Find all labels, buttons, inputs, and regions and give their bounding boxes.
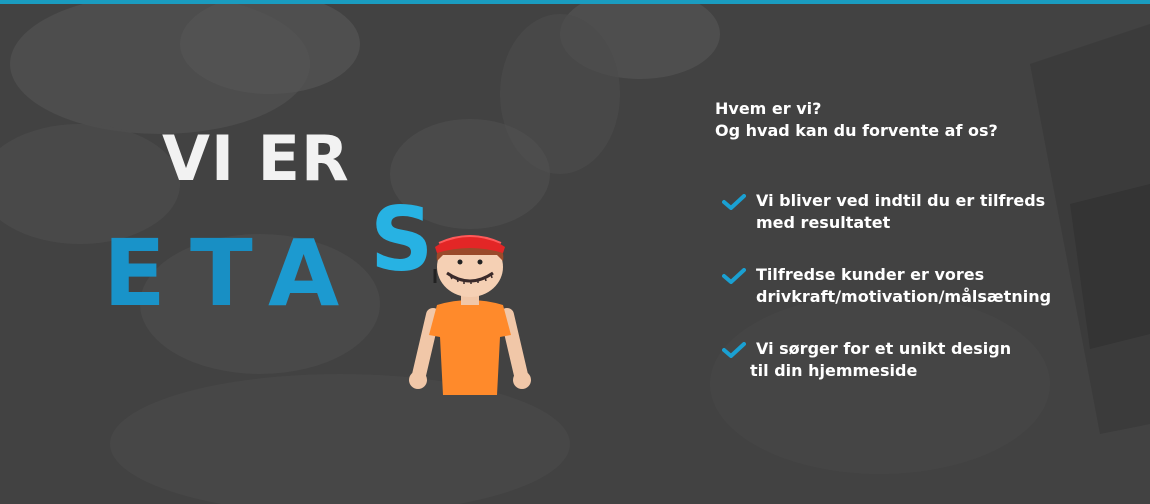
check-icon xyxy=(722,268,746,284)
intro-text: Hvem er vi? Og hvad kan du forvente af o… xyxy=(715,98,998,142)
feature-line-1: Vi bliver ved indtil du er tilfreds xyxy=(756,191,1046,210)
brand-letter-a: A xyxy=(268,220,340,327)
check-icon xyxy=(722,194,746,210)
feature-line-1: Vi sørger for et unikt design xyxy=(756,339,1012,358)
feature-line-2: til din hjemmeside xyxy=(750,361,918,380)
feature-item: Vi bliver ved indtil du er tilfreds med … xyxy=(722,190,1122,234)
intro-line-1: Hvem er vi? xyxy=(715,99,822,118)
feature-line-2: drivkraft/motivation/målsætning xyxy=(756,287,1052,306)
intro-line-2: Og hvad kan du forvente af os? xyxy=(715,121,998,140)
brand-letter-t: T xyxy=(190,220,253,327)
feature-line-2: med resultatet xyxy=(756,213,891,232)
feature-item: Vi sørger for et unikt design til din hj… xyxy=(722,338,1122,382)
brand-letter-e: E xyxy=(103,220,166,327)
brand-wordmark: E T A S xyxy=(0,0,1150,504)
mascot-illustration xyxy=(409,235,531,395)
feature-item: Tilfredse kunder er vores drivkraft/moti… xyxy=(722,264,1122,308)
feature-line-1: Tilfredse kunder er vores xyxy=(756,265,985,284)
check-icon xyxy=(722,342,746,358)
